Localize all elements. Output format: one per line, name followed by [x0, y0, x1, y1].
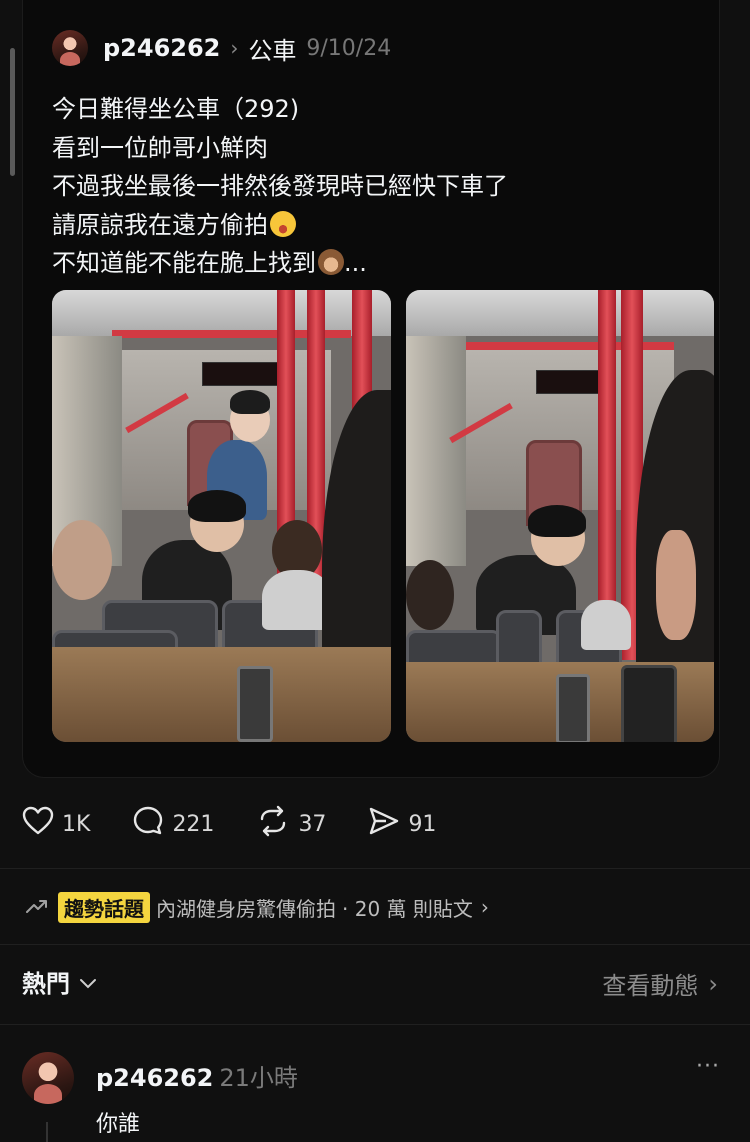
trending-up-icon [26, 895, 48, 919]
chevron-down-icon [78, 968, 98, 996]
post-line-text: 不知道能不能在脆上找到 [52, 249, 316, 277]
post-line: 請原諒我在遠方偷拍 [52, 206, 692, 245]
post-body: 今日難得坐公車（292) 看到一位帥哥小鮮肉 不過我坐最後一排然後發現時已經快下… [52, 90, 692, 283]
avatar[interactable] [52, 30, 88, 66]
share-button[interactable]: 91 [368, 806, 436, 842]
send-icon [368, 806, 408, 842]
ellipsis: ... [344, 249, 367, 277]
trending-count: · 20 萬 則貼文 [342, 896, 473, 921]
reply-username[interactable]: p246262 [96, 1064, 213, 1092]
thread-line [46, 1122, 48, 1142]
avatar[interactable] [22, 1052, 74, 1104]
reply-header: p246262 21小時 [96, 1058, 298, 1093]
repost-icon [256, 805, 298, 843]
like-count: 1K [62, 811, 91, 837]
heart-icon [22, 806, 62, 842]
post-line-text: 請原諒我在遠方偷拍 [52, 210, 268, 239]
repost-button[interactable]: 37 [256, 805, 326, 843]
comment-icon [132, 805, 172, 843]
post-line: 不知道能不能在脆上找到... [52, 244, 692, 283]
post-actions: 1K 221 37 91 [22, 805, 478, 843]
view-activity-link[interactable]: 查看動態 › [602, 966, 718, 1001]
reply-time: 21小時 [219, 1064, 298, 1092]
chevron-right-icon: › [230, 36, 239, 60]
more-options-icon[interactable]: ··· [696, 1054, 720, 1079]
post-username[interactable]: p246262 [103, 34, 220, 62]
comment-button[interactable]: 221 [132, 805, 214, 843]
post-header: p246262 › 公車 9/10/24 [52, 28, 391, 68]
reply-text: 你誰 [96, 1112, 141, 1137]
divider [0, 868, 750, 869]
chevron-right-icon: › [480, 895, 489, 919]
chevron-right-icon: › [708, 969, 718, 998]
sort-dropdown[interactable]: 熱門 [22, 964, 98, 999]
post-topic[interactable]: 公車 [248, 31, 296, 66]
trending-badge: 趨勢話題 [58, 891, 150, 923]
post-line: 今日難得坐公車（292) [52, 95, 300, 123]
laughing-tears-emoji-icon [270, 210, 296, 237]
trending-topic[interactable]: 趨勢話題 內湖健身房驚傳偷拍 · 20 萬 則貼文 › [26, 890, 489, 924]
repost-count: 37 [298, 811, 327, 837]
divider [0, 1024, 750, 1025]
post-line: 看到一位帥哥小鮮肉 [52, 133, 268, 162]
trending-title: 內湖健身房驚傳偷拍 [156, 896, 336, 921]
divider [0, 944, 750, 945]
comment-count: 221 [172, 811, 215, 837]
post-line: 不過我坐最後一排然後發現時已經快下車了 [52, 172, 508, 200]
like-button[interactable]: 1K [22, 806, 90, 842]
bus-interior-photo[interactable] [406, 290, 714, 742]
post-date: 9/10/24 [306, 35, 392, 61]
share-count: 91 [408, 811, 437, 837]
scrollbar[interactable] [10, 48, 15, 176]
sort-label: 熱門 [22, 970, 70, 998]
bus-interior-photo[interactable] [52, 290, 391, 742]
see-no-evil-monkey-emoji-icon [318, 249, 344, 275]
view-activity-label: 查看動態 [602, 972, 699, 1000]
